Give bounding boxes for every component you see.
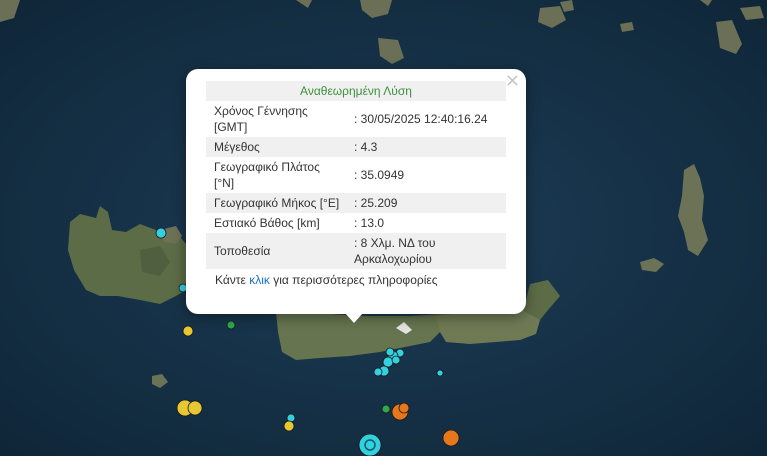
- earthquake-marker[interactable]: [155, 227, 167, 239]
- earthquake-marker[interactable]: [283, 420, 295, 432]
- earthquake-marker[interactable]: [381, 404, 391, 414]
- origin-time-label: Χρόνος Γέννησης [GMT]: [214, 104, 308, 134]
- location-label: Τοποθεσία: [206, 233, 346, 269]
- longitude-value: : 25.209: [346, 193, 506, 213]
- popup-tip: [345, 313, 363, 323]
- magnitude-label: Μέγεθος: [206, 137, 346, 157]
- latitude-label: Γεωγραφικό Πλάτος [°N]: [214, 160, 320, 190]
- depth-label: Εστιακό Βάθος [km]: [214, 216, 320, 230]
- earthquake-marker[interactable]: [391, 355, 401, 365]
- row-location: Τοποθεσία : 8 Χλμ. ΝΔ του Αρκαλοχωρίου: [206, 233, 506, 269]
- earthquake-marker[interactable]: [187, 400, 203, 416]
- earthquake-marker[interactable]: [398, 402, 410, 414]
- event-details-table: Αναθεωρημένη Λύση Χρόνος Γέννησης [GMT] …: [206, 81, 506, 269]
- earthquake-marker[interactable]: [373, 367, 383, 377]
- depth-value: : 13.0: [354, 216, 385, 230]
- location-value: : 8 Χλμ. ΝΔ του Αρκαλοχωρίου: [346, 233, 506, 269]
- earthquake-marker[interactable]: [442, 429, 460, 447]
- longitude-label: Γεωγραφικό Μήκος [°E]: [206, 193, 346, 213]
- earthquake-marker[interactable]: [385, 347, 395, 357]
- event-info-popup: × Αναθεωρημένη Λύση Χρόνος Γέννησης [GMT…: [186, 69, 526, 314]
- more-info-text: Κάντε κλικ για περισσότερες πληροφορίες: [215, 273, 438, 287]
- earthquake-marker[interactable]: [436, 369, 444, 377]
- row-magnitude: Μέγεθος : 4.3: [206, 137, 506, 157]
- earthquake-marker[interactable]: [358, 433, 382, 456]
- row-longitude: Γεωγραφικό Μήκος [°E] : 25.209: [206, 193, 506, 213]
- popup-title: Αναθεωρημένη Λύση: [206, 81, 506, 101]
- row-origin-time: Χρόνος Γέννησης [GMT] : 30/05/2025 12:40…: [206, 101, 506, 137]
- latitude-value: : 35.0949: [354, 168, 405, 182]
- more-info-link[interactable]: κλικ: [249, 273, 270, 287]
- close-icon[interactable]: ×: [505, 71, 520, 91]
- magnitude-value: : 4.3: [346, 137, 506, 157]
- earthquake-marker[interactable]: [182, 325, 194, 337]
- earthquake-marker[interactable]: [382, 356, 394, 368]
- earthquake-marker[interactable]: [226, 320, 236, 330]
- row-depth: Εστιακό Βάθος [km] : 13.0: [206, 213, 506, 233]
- row-latitude: Γεωγραφικό Πλάτος [°N] : 35.0949: [206, 157, 506, 193]
- origin-time-value: : 30/05/2025 12:40:16.24: [354, 112, 488, 126]
